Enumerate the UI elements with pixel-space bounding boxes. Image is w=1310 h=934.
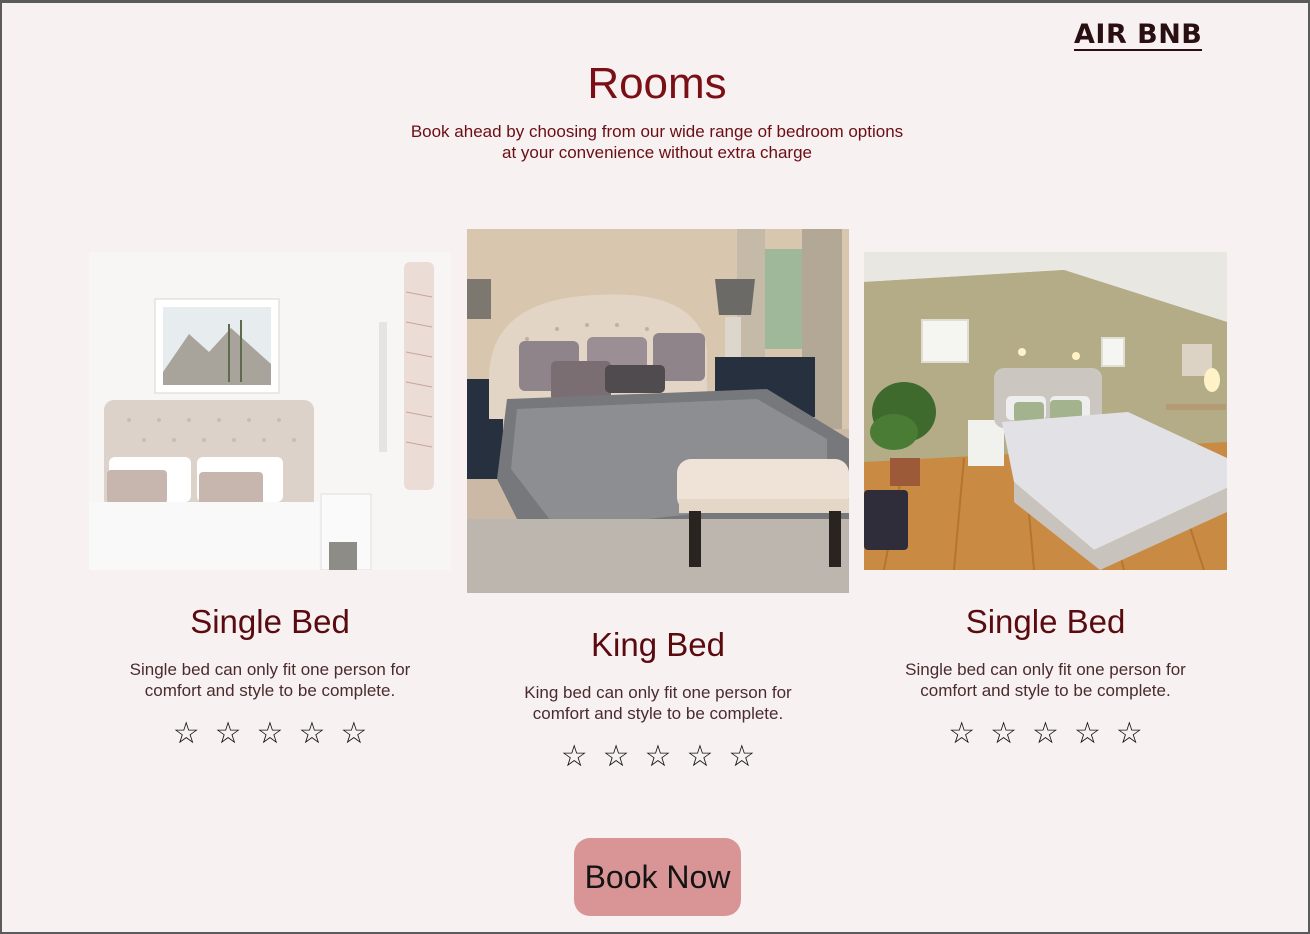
star-icon[interactable]: ☆ [728,741,755,773]
white-bedroom-photo [89,252,451,570]
room-description: Single bed can only fit one person for c… [129,660,411,700]
star-icon[interactable]: ☆ [561,741,588,773]
room-title: King Bed [591,626,725,663]
star-icon[interactable]: ☆ [1032,718,1059,750]
king-bedroom-photo [467,229,849,593]
star-icon[interactable]: ☆ [686,741,713,773]
room-description: Single bed can only fit one person for c… [905,660,1186,700]
wood-floor-bedroom-photo [864,252,1227,570]
star-icon[interactable]: ☆ [603,741,630,773]
brand-logo[interactable]: AIR BNB [1074,21,1203,51]
star-icon[interactable]: ☆ [645,741,672,773]
room-card-king[interactable]: King Bed King bed can only fit one perso… [467,229,849,779]
star-icon[interactable]: ☆ [257,718,284,750]
room-title: Single Bed [965,603,1126,640]
page-frame: AIR BNB Rooms Book ahead by choosing fro… [0,0,1310,934]
room-card-single-1[interactable]: Single Bed Single bed can only fit one p… [89,252,451,752]
room-card-single-2[interactable]: Single Bed Single bed can only fit one p… [864,252,1227,752]
star-icon[interactable]: ☆ [1116,718,1143,750]
star-icon[interactable]: ☆ [298,718,325,750]
star-rating: ☆ ☆ ☆ ☆ ☆ [864,718,1227,750]
page-title: Rooms [587,59,727,108]
book-now-button[interactable]: Book Now [574,838,741,916]
star-icon[interactable]: ☆ [340,718,367,750]
page-subtitle: Book ahead by choosing from our wide ran… [410,122,904,162]
star-icon[interactable]: ☆ [1074,718,1101,750]
star-icon[interactable]: ☆ [990,718,1017,750]
room-description: King bed can only fit one person for com… [524,683,792,723]
star-icon[interactable]: ☆ [173,718,200,750]
room-title: Single Bed [190,603,350,640]
star-icon[interactable]: ☆ [948,718,975,750]
star-rating: ☆ ☆ ☆ ☆ ☆ [89,718,451,750]
star-rating: ☆ ☆ ☆ ☆ ☆ [467,741,849,773]
star-icon[interactable]: ☆ [215,718,242,750]
